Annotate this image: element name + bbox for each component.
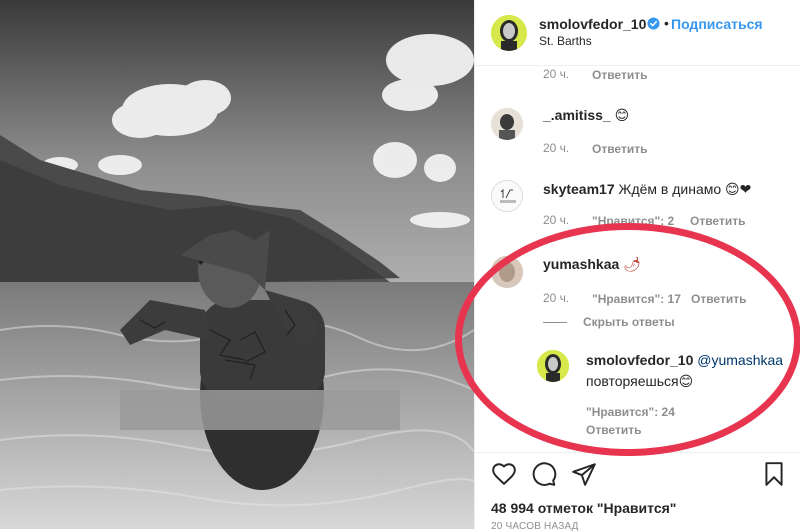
- post-location[interactable]: St. Barths: [539, 34, 592, 48]
- header-separator-dot: •: [664, 15, 669, 31]
- comment-text: _.amitiss_ 😊: [543, 107, 629, 124]
- comment-username[interactable]: skyteam17: [543, 181, 615, 197]
- reply-username[interactable]: smolovfedor_10: [586, 352, 693, 368]
- comment-likes-label: "Нравится": 17: [592, 292, 681, 306]
- comment-time[interactable]: 20 ч.: [543, 141, 569, 155]
- comment-username[interactable]: yumashkaa: [543, 256, 619, 272]
- comment-reply-button[interactable]: Ответить: [691, 292, 746, 306]
- comment-reply-button[interactable]: Ответить: [592, 68, 647, 82]
- photo-image: [0, 0, 474, 529]
- reply-author-avatar-image: [537, 350, 569, 382]
- comment-text: skyteam17 Ждём в динамо 😊❤: [543, 181, 751, 198]
- comment-likes-count[interactable]: "Нравится": 17: [592, 292, 681, 306]
- reply-reply-button[interactable]: Ответить: [586, 423, 641, 437]
- commenter-avatar[interactable]: [491, 180, 523, 212]
- post-actions-bar: 48 994 отметок "Нравится" 20 ЧАСОВ НАЗАД: [475, 452, 800, 532]
- likes-count[interactable]: 48 994 отметок "Нравится": [491, 500, 676, 516]
- post-time-ago[interactable]: 20 ЧАСОВ НАЗАД: [491, 521, 579, 532]
- commenter-avatar-image: [491, 256, 523, 288]
- commenter-avatar[interactable]: [491, 108, 523, 140]
- reply-likes-count[interactable]: "Нравится": 24: [586, 405, 675, 419]
- commenter-avatar[interactable]: [491, 256, 523, 288]
- reply-text-line1: smolovfedor_10 @yumashkaa: [586, 352, 783, 368]
- comment-time[interactable]: 20 ч.: [543, 291, 569, 305]
- reply-mention[interactable]: @yumashkaa: [697, 352, 783, 368]
- commenter-avatar-image: [492, 181, 522, 211]
- post-photo[interactable]: [0, 0, 474, 529]
- comment-emoji: 🌶: [623, 256, 641, 272]
- comment-likes-label: "Нравится": 2: [592, 214, 675, 228]
- author-avatar[interactable]: [491, 15, 527, 51]
- hide-replies-line: [543, 322, 567, 323]
- comment-time[interactable]: 20 ч.: [543, 67, 569, 81]
- comment-icon[interactable]: [531, 461, 557, 487]
- bookmark-icon[interactable]: [761, 461, 787, 487]
- post-header: smolovfedor_10 • Подписаться St. Barths: [475, 0, 800, 66]
- hide-replies-button[interactable]: Скрыть ответы: [583, 315, 675, 329]
- heart-icon[interactable]: [491, 461, 517, 487]
- comment-likes-count[interactable]: "Нравится": 2: [592, 214, 674, 228]
- post-side-panel: smolovfedor_10 • Подписаться St. Barths …: [474, 0, 800, 532]
- comment-emoji: 😊: [614, 107, 630, 123]
- comment-reply-button[interactable]: Ответить: [690, 214, 745, 228]
- comment-text: yumashkaa 🌶: [543, 256, 641, 273]
- comment-body: Ждём в динамо 😊❤: [618, 181, 752, 197]
- follow-button[interactable]: Подписаться: [671, 16, 763, 32]
- comment-reply-button[interactable]: Ответить: [592, 142, 647, 156]
- reply-likes-label: "Нравится": 24: [586, 405, 675, 419]
- reply-author-avatar[interactable]: [537, 350, 569, 382]
- reply-body: повторяешься😊: [586, 373, 694, 389]
- author-avatar-image: [491, 15, 527, 51]
- comment-time[interactable]: 20 ч.: [543, 213, 569, 227]
- share-icon[interactable]: [571, 461, 597, 487]
- commenter-avatar-image: [491, 108, 523, 140]
- verified-badge-icon: [647, 17, 660, 30]
- comment-username[interactable]: _.amitiss_: [543, 107, 611, 123]
- author-username[interactable]: smolovfedor_10: [539, 16, 646, 32]
- comments-list[interactable]: 20 ч. Ответить _.amitiss_ 😊 20 ч. Ответи…: [475, 67, 800, 452]
